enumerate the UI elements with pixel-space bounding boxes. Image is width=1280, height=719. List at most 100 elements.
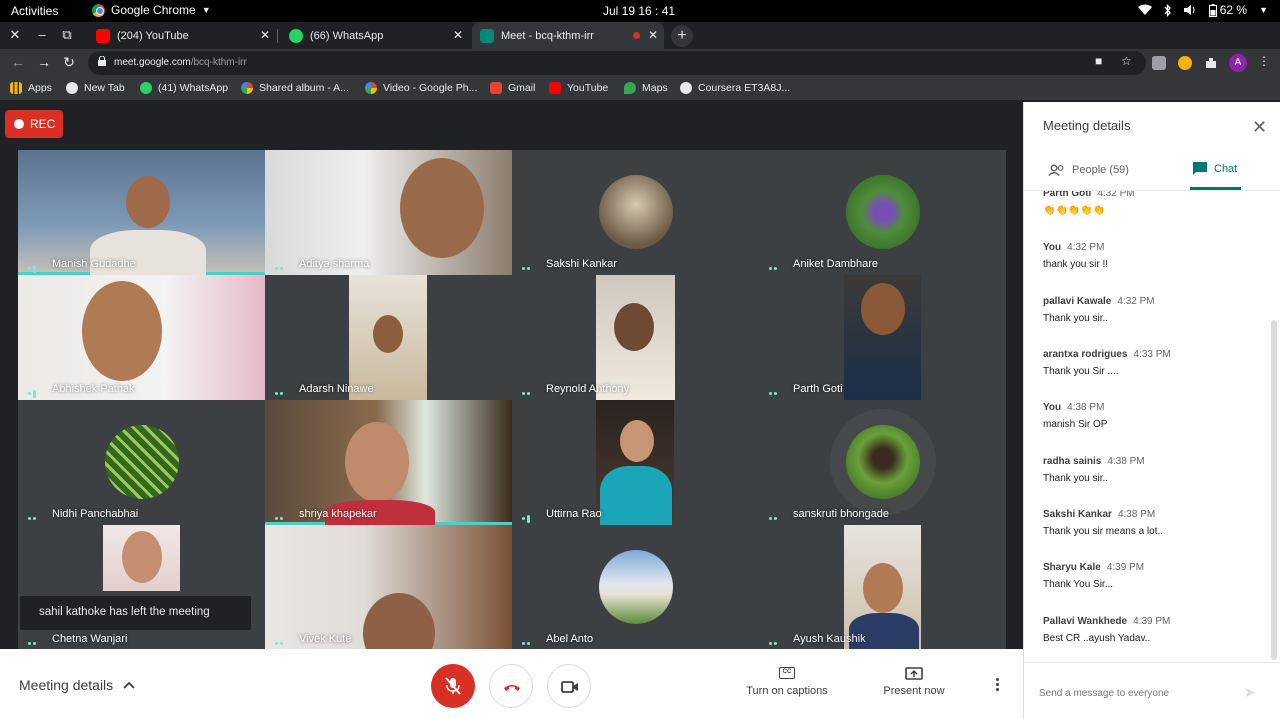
participant-tile[interactable]: Manish Gudadhe	[18, 150, 265, 275]
more-options-icon[interactable]	[996, 678, 1000, 693]
message-sender: You	[1043, 402, 1062, 413]
chrome-menu-icon[interactable]: ⋮	[1258, 54, 1270, 68]
battery-percent: 62 %	[1219, 3, 1248, 17]
participant-tile[interactable]: Chetna Wanjari	[18, 525, 265, 650]
bookmark-coursera[interactable]: Coursera ET3A8J...	[680, 82, 790, 94]
closed-captions-icon: CC	[779, 667, 795, 679]
bookmark-apps[interactable]: Apps	[10, 82, 52, 94]
participant-tile[interactable]: Reynold Anthony	[512, 275, 759, 400]
participant-tile[interactable]: Aditya sharma	[265, 150, 512, 275]
url-path: /bcq-kthm-irr	[190, 57, 247, 68]
tab-close-icon[interactable]: ✕	[648, 28, 658, 42]
captions-button[interactable]: CC Turn on captions	[745, 667, 829, 697]
forward-icon[interactable]: →	[36, 54, 52, 70]
tab-close-icon[interactable]: ✕	[260, 28, 270, 42]
tab-separator	[277, 29, 278, 43]
participant-tile[interactable]: Parth Goti	[759, 275, 1006, 400]
message-time: 4:39 PM	[1133, 616, 1171, 627]
participant-tile[interactable]: Abel Anto	[512, 525, 759, 650]
url-domain: meet.google.com	[114, 57, 191, 68]
present-now-button[interactable]: Present now	[880, 667, 948, 697]
app-menu[interactable]: Google Chrome ▼	[92, 3, 211, 17]
participant-tile[interactable]: shriya khapekar	[265, 400, 512, 525]
bookmark-shared-album[interactable]: Shared album - A...	[241, 82, 349, 94]
audio-level-icon	[522, 635, 536, 646]
bookmark-gmail[interactable]: Gmail	[490, 82, 535, 94]
reload-icon[interactable]: ↻	[61, 54, 77, 71]
microphone-toggle-button[interactable]	[431, 664, 475, 708]
tab-meet[interactable]: Meet - bcq-kthm-irr ✕	[472, 22, 664, 49]
participant-tile[interactable]: Uttirna Rao	[512, 400, 759, 525]
audio-level-icon	[275, 510, 289, 521]
extension-icon[interactable]	[1178, 56, 1192, 70]
participant-tile[interactable]: Ayush Kaushik	[759, 525, 1006, 650]
tab-whatsapp[interactable]: (66) WhatsApp ✕	[281, 22, 469, 49]
photos-icon	[241, 82, 253, 94]
gmail-icon	[490, 82, 502, 94]
participant-name: Aniket Dambhare	[793, 258, 878, 270]
battery-icon	[1208, 3, 1217, 17]
audio-level-icon	[28, 510, 42, 521]
bookmark-new-tab[interactable]: New Tab	[66, 82, 125, 94]
tab-chat[interactable]: Chat	[1190, 150, 1241, 190]
participant-tile[interactable]: Aniket Dambhare	[759, 150, 1006, 275]
extension-icon[interactable]	[1152, 56, 1166, 70]
meeting-details-toggle[interactable]: Meeting details	[19, 677, 135, 693]
tab-youtube[interactable]: (204) YouTube ✕	[88, 22, 276, 49]
bookmark-youtube[interactable]: YouTube	[549, 82, 608, 94]
new-tab-button[interactable]: +	[671, 25, 693, 47]
participant-video	[863, 563, 903, 613]
participant-tile[interactable]: Vivek Kute	[265, 525, 512, 650]
message-sender: arantxa rodrigues	[1043, 349, 1128, 360]
bookmark-maps[interactable]: Maps	[624, 82, 668, 94]
hang-up-icon	[504, 685, 520, 691]
window-close-icon[interactable]: ✕	[8, 27, 22, 43]
system-tray[interactable]: 62 % ▼	[1137, 3, 1268, 17]
address-bar[interactable]: meet.google.com/bcq-kthm-irr	[88, 51, 1146, 75]
message-sender: You	[1043, 242, 1062, 253]
camera-in-use-icon[interactable]: ■	[1095, 54, 1102, 68]
chat-message: You 4:32 PM thank you sir !!	[1043, 242, 1108, 270]
message-text: Thank You Sir...	[1043, 579, 1114, 590]
participant-tile[interactable]: sanskruti bhongade	[759, 400, 1006, 525]
profile-avatar[interactable]: A	[1229, 54, 1247, 72]
audio-level-icon	[275, 260, 289, 271]
bookmark-label: Video - Google Ph...	[383, 82, 478, 94]
chat-message-list[interactable]: Parth Goti 4:32 PM 👏👏👏👏👏 You 4:32 PM thank…	[1024, 190, 1280, 662]
chat-message-input[interactable]	[1039, 688, 1225, 699]
bookmark-label: Apps	[28, 82, 52, 94]
back-icon[interactable]: ←	[10, 54, 26, 70]
bookmark-label: Shared album - A...	[259, 82, 349, 94]
participant-name: Aditya sharma	[299, 258, 370, 270]
participant-avatar	[845, 175, 920, 249]
bookmark-google-photos[interactable]: Video - Google Ph...	[365, 82, 477, 94]
tab-people[interactable]: People (59)	[1046, 150, 1156, 190]
window-restore-icon[interactable]: ⧉	[60, 27, 74, 43]
audio-level-icon	[275, 635, 289, 646]
recording-indicator-icon	[633, 32, 640, 39]
participant-tile[interactable]: Abhishek Pathak	[18, 275, 265, 400]
chat-compose: ➤	[1024, 662, 1280, 719]
participant-tile[interactable]: Sakshi Kankar	[512, 150, 759, 275]
clock[interactable]: Jul 19 16 : 41	[603, 4, 675, 18]
present-screen-icon	[905, 667, 923, 680]
extensions-puzzle-icon[interactable]	[1204, 56, 1218, 70]
chat-scrollbar[interactable]	[1271, 320, 1277, 660]
leave-call-button[interactable]	[489, 664, 533, 708]
recording-badge[interactable]: REC	[5, 110, 63, 138]
close-icon[interactable]: ✕	[1252, 118, 1267, 136]
participant-tile[interactable]: Adarsh Ninawe	[265, 275, 512, 400]
chat-message: arantxa rodrigues 4:33 PM Thank you Sir .…	[1043, 349, 1171, 377]
send-icon[interactable]: ➤	[1244, 684, 1256, 701]
participant-video	[600, 466, 672, 525]
activities-button[interactable]: Activities	[11, 4, 58, 18]
audio-level-icon	[522, 510, 536, 523]
bookmark-star-icon[interactable]: ☆	[1121, 54, 1132, 68]
tab-close-icon[interactable]: ✕	[453, 28, 463, 42]
audio-level-icon	[769, 385, 783, 396]
bookmark-label: Maps	[642, 82, 668, 94]
participant-tile[interactable]: Nidhi Panchabhai	[18, 400, 265, 525]
bookmark-whatsapp[interactable]: (41) WhatsApp	[140, 82, 228, 94]
window-minimize-icon[interactable]: –	[35, 27, 49, 42]
camera-toggle-button[interactable]	[547, 664, 591, 708]
